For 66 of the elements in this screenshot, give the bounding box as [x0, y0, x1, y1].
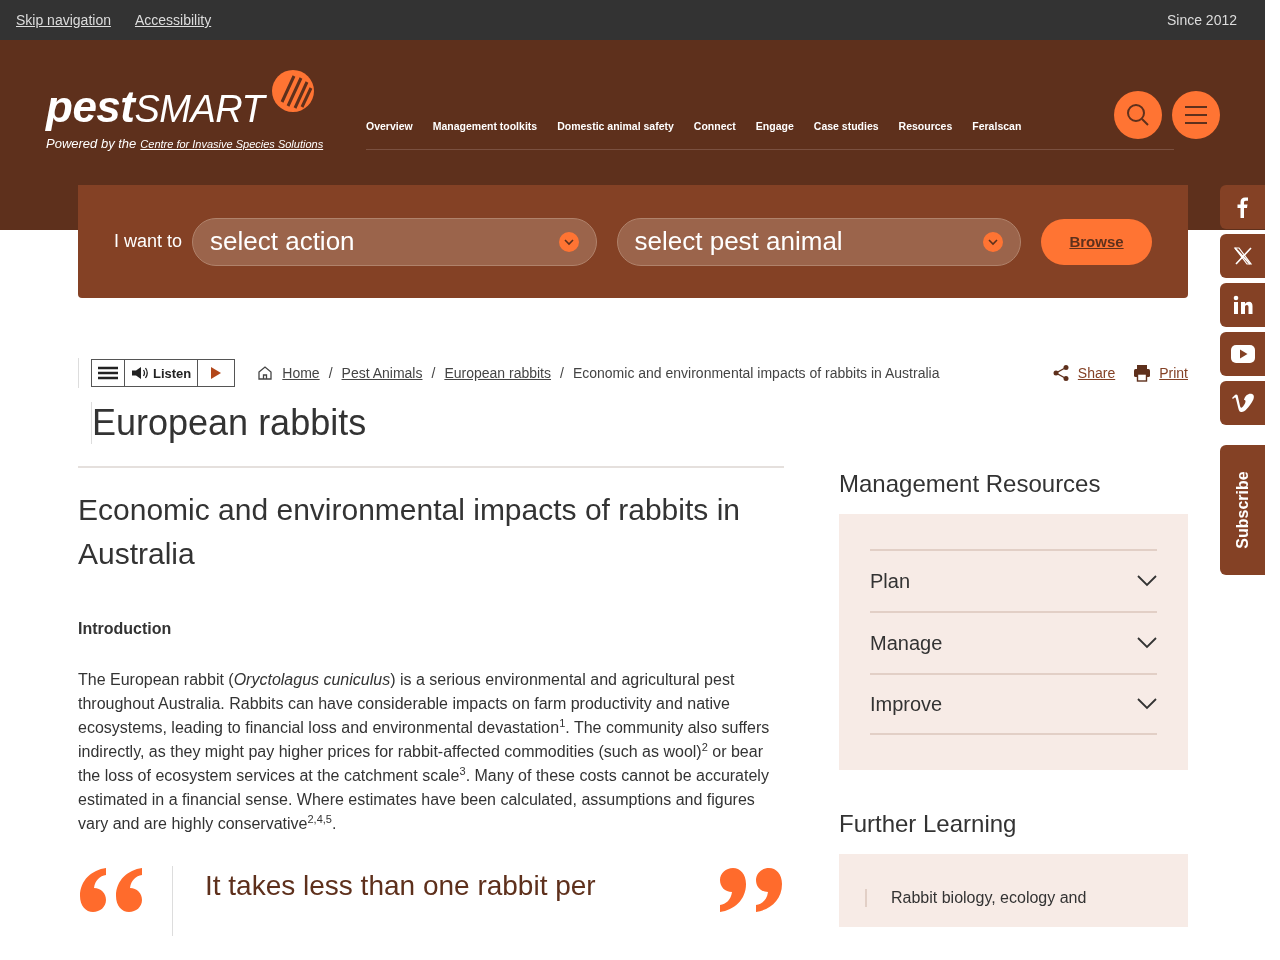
- sidebar-heading: Management Resources: [839, 470, 1102, 498]
- play-icon: [210, 366, 223, 380]
- menu-icon: [1184, 105, 1208, 125]
- nav-link[interactable]: Feralscan: [972, 120, 1022, 132]
- article-heading: Economic and environmental impacts of rabbits in Australia: [78, 492, 741, 572]
- nav-link[interactable]: Management toolkits: [432, 120, 538, 132]
- breadcrumb-link[interactable]: Pest Animals: [341, 365, 423, 381]
- breadcrumb-separator: /: [328, 365, 333, 381]
- nav-link[interactable]: Overview: [366, 120, 413, 132]
- sidebar-heading: Further Learning: [839, 810, 1018, 838]
- search-icon: [1126, 103, 1150, 127]
- breadcrumb-separator: /: [560, 365, 564, 381]
- powered-by-text: Powered by the: [46, 136, 137, 151]
- breadcrumb-current: Economic and environmental impacts of rabbits in Australia: [572, 365, 940, 381]
- print-link[interactable]: Print: [1133, 364, 1188, 382]
- social-tab[interactable]: [1220, 332, 1265, 376]
- home-icon: [257, 365, 274, 381]
- accordion-item[interactable]: Plan: [870, 549, 1157, 611]
- printer-icon: [1133, 364, 1152, 382]
- social-tab[interactable]: [1220, 381, 1265, 425]
- chevron-icon: [1137, 637, 1157, 649]
- browse-button[interactable]: Browse: [1041, 218, 1152, 265]
- linkedin-icon: [1232, 295, 1253, 315]
- page-title: European rabbits: [91, 402, 1188, 444]
- nav-link[interactable]: Domestic animal safety: [557, 120, 674, 132]
- subscribe-tab[interactable]: Subscribe: [1220, 445, 1265, 575]
- open-quote-icon: [78, 866, 144, 914]
- chevron-icon: [1137, 698, 1157, 710]
- social-tab[interactable]: [1220, 283, 1265, 327]
- section-heading: Introduction: [78, 620, 173, 638]
- tagline: Since 2012: [1166, 12, 1237, 28]
- play-icon: [1230, 345, 1255, 363]
- partner-link[interactable]: Centre for Invasive Species Solutions: [140, 138, 324, 150]
- pull-quote: It takes less than one rabbit per: [205, 870, 597, 902]
- social-tab[interactable]: [1220, 234, 1265, 278]
- menu-icon: [98, 366, 118, 380]
- dropdown-select[interactable]: select action: [192, 217, 597, 266]
- x-logo-icon: [1232, 246, 1253, 266]
- finder-label: I want to: [114, 231, 183, 252]
- accordion-item[interactable]: Manage: [870, 611, 1157, 673]
- share-icon: [1051, 364, 1070, 382]
- vimeo-icon: [1230, 392, 1255, 414]
- menu-button[interactable]: [1172, 91, 1220, 139]
- chevron-icon: [1137, 575, 1157, 587]
- striped-circle-logo-icon: [272, 70, 315, 112]
- top-link[interactable]: Accessibility: [134, 12, 212, 28]
- accordion-item[interactable]: Improve: [870, 673, 1157, 735]
- breadcrumb-separator: /: [431, 365, 436, 381]
- nav-link[interactable]: Engage: [755, 120, 794, 132]
- top-link[interactable]: Skip navigation: [16, 12, 111, 28]
- speaker-icon: [131, 366, 149, 380]
- search-button[interactable]: [1114, 91, 1162, 139]
- social-tab[interactable]: [1220, 185, 1265, 229]
- chevron-down-icon: [558, 231, 579, 252]
- chevron-down-icon: [983, 231, 1003, 252]
- close-quote-icon: [718, 866, 784, 914]
- sidebar-link[interactable]: Rabbit biology, ecology and: [865, 889, 1162, 907]
- share-link[interactable]: Share: [1051, 364, 1116, 382]
- dropdown-select[interactable]: select pest animal: [616, 217, 1021, 266]
- nav-link[interactable]: Resources: [898, 120, 953, 132]
- intro-paragraph: The European rabbit (Oryctolagus cuniculus) is a serious environmental and agricultural pest throughout Australia. Rabbits can have considerable impacts on farm productivity and native ecosystems, leading to financial loss and environmental devastation$^{1}$. The community also suffers indirectly, as they might pay higher prices for rabbit-affected commodities (such as wool)$^{2}$ or bear the loss of ecosystem services at the catchment scale$^{3}$. Many of these costs cannot be accurately estimated in a financial sense. Where estimates have been calculated, assumptions and figures vary and are highly conservative$^{2,4,5}$.: [78, 670, 771, 834]
- nav-link[interactable]: Case studies: [813, 120, 879, 132]
- breadcrumb-link[interactable]: Home: [282, 365, 320, 381]
- breadcrumb-link[interactable]: European rabbits: [444, 365, 551, 381]
- nav-link[interactable]: Connect: [693, 120, 736, 132]
- logo-wordmark[interactable]: pestSMART: [46, 82, 265, 132]
